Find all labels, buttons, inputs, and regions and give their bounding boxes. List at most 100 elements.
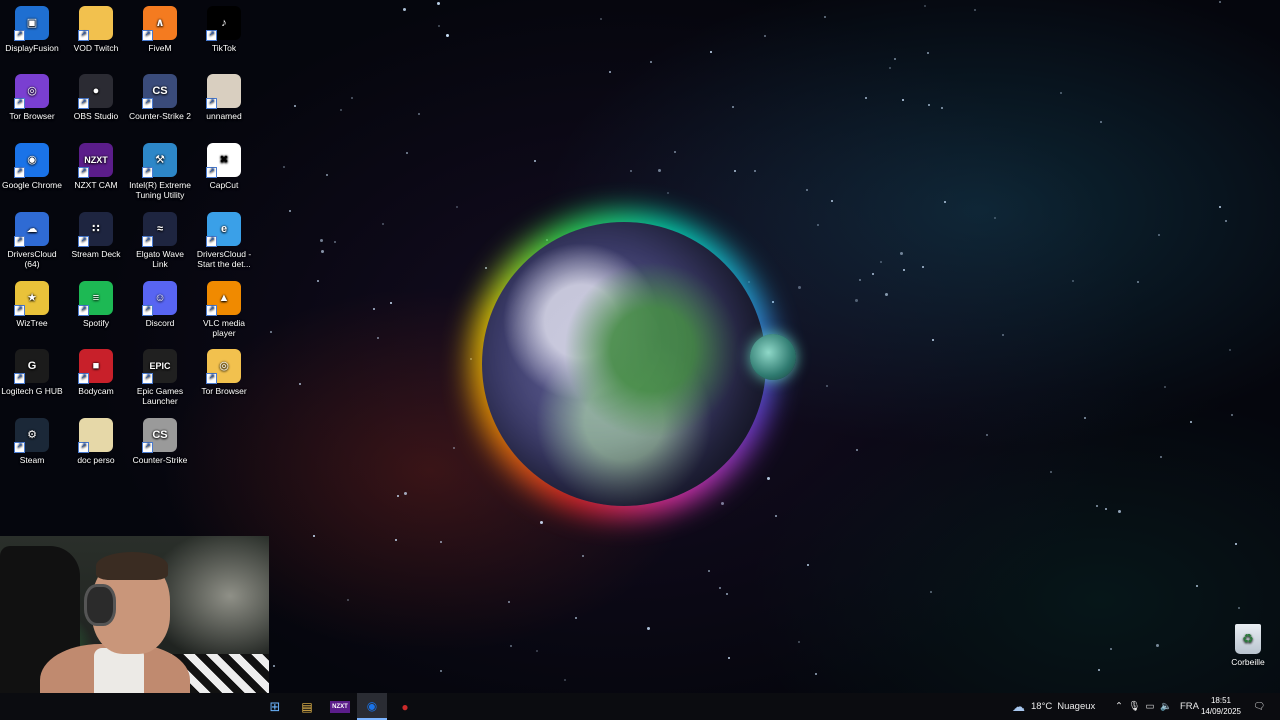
counter-strike-icon: CS ↗ [142, 418, 177, 453]
taskbar-google-chrome[interactable]: ◉ [357, 693, 387, 720]
desktop-icon-label: WizTree [16, 318, 48, 328]
taskbar-clock[interactable]: 18:51 14/09/2025 [1196, 695, 1246, 717]
desktop-icon-discord[interactable]: ☺ ↗ Discord [128, 281, 192, 328]
star [270, 331, 272, 333]
steam-icon: ⚙ ↗ [14, 418, 49, 453]
desktop-icon-spotify[interactable]: ≡ ↗ Spotify [64, 281, 128, 328]
star [764, 35, 766, 37]
desktop-icon-epic-games[interactable]: EPIC ↗ Epic Games Launcher [128, 349, 192, 406]
desktop-icon-capcut[interactable]: ✖ ↗ CapCut [192, 143, 256, 190]
star [404, 492, 407, 495]
tiktok-icon: ♪ ↗ [206, 6, 241, 41]
taskbar-recorder[interactable]: ● [390, 693, 420, 720]
star [453, 447, 455, 449]
vlc-icon: ▲ ↗ [206, 281, 241, 316]
star [1137, 281, 1139, 283]
star [334, 241, 336, 243]
star [1098, 669, 1100, 671]
star [440, 670, 442, 672]
star [1219, 206, 1221, 208]
star [1118, 510, 1121, 513]
displayfusion-icon: ▣ ↗ [14, 6, 49, 41]
desktop-icon-counter-strike-2[interactable]: CS ↗ Counter-Strike 2 [128, 74, 192, 121]
weather-cloud-icon: ☁ [1012, 698, 1025, 714]
taskbar-file-explorer[interactable]: ▤ [292, 693, 322, 720]
desktop-icon-tiktok[interactable]: ♪ ↗ TikTok [192, 6, 256, 53]
star [1156, 644, 1159, 647]
star [1158, 234, 1160, 236]
desktop-icon-tor-browser-file[interactable]: ◎ ↗ Tor Browser [192, 349, 256, 396]
desktop-icon-driverscloud[interactable]: ☁ ↗ DriversCloud (64) [0, 212, 64, 269]
desktop-icon-vlc[interactable]: ▲ ↗ VLC media player [192, 281, 256, 338]
desktop-icon-logitech-g-hub[interactable]: G ↗ Logitech G HUB [0, 349, 64, 396]
star [667, 192, 669, 194]
speaker-icon[interactable]: 🔈 [1158, 701, 1174, 712]
star [944, 201, 946, 203]
star [534, 160, 536, 162]
star [536, 650, 538, 652]
desktop-icon-folder[interactable]: ↗ VOD Twitch [64, 6, 128, 53]
star [1060, 92, 1062, 94]
planet-earth [482, 222, 766, 506]
star [1196, 585, 1198, 587]
desktop-icon-label: DisplayFusion [5, 43, 59, 53]
notification-center-button[interactable]: 🗨 [1250, 693, 1268, 720]
document-folder-icon: ↗ [78, 418, 113, 453]
intel-xtu-icon: ⚒ ↗ [142, 143, 177, 178]
network-icon[interactable]: ▭ [1142, 701, 1158, 712]
logitech-g-hub-icon: G ↗ [14, 349, 49, 384]
spotify-icon: ≡ ↗ [78, 281, 113, 316]
star [317, 280, 319, 282]
desktop-icon-steam[interactable]: ⚙ ↗ Steam [0, 418, 64, 465]
star [726, 593, 728, 595]
star [373, 308, 375, 310]
star [719, 587, 721, 589]
epic-games-icon: EPIC ↗ [142, 349, 177, 384]
desktop-icon-fivem[interactable]: ∧ ↗ FiveM [128, 6, 192, 53]
desktop-icon-chrome[interactable]: ◉ ↗ Google Chrome [0, 143, 64, 190]
desktop-icon-stream-deck[interactable]: ∷ ↗ Stream Deck [64, 212, 128, 259]
desktop-icon-wiztree[interactable]: ★ ↗ WizTree [0, 281, 64, 328]
star [1050, 471, 1052, 473]
star [754, 170, 756, 172]
star [582, 555, 584, 557]
star [647, 627, 650, 630]
star [674, 151, 676, 153]
file-explorer-icon: ▤ [301, 699, 313, 714]
star [932, 339, 934, 341]
taskbar-nzxt-cam[interactable]: NZXT [325, 693, 355, 720]
desktop-icon-bodycam[interactable]: ■ ↗ Bodycam [64, 349, 128, 396]
star [865, 97, 867, 99]
microphone-icon[interactable]: 🎙 [1126, 701, 1142, 712]
desktop-icon-counter-strike[interactable]: CS ↗ Counter-Strike [128, 418, 192, 465]
desktop-icon-label: Stream Deck [71, 249, 121, 259]
star [994, 217, 996, 219]
webcam-headset [84, 584, 116, 626]
star [609, 71, 611, 73]
star [326, 174, 328, 176]
star [273, 665, 275, 667]
desktop-icon-image-file[interactable]: ↗ unnamed [192, 74, 256, 121]
desktop-icon-document-folder[interactable]: ↗ doc perso [64, 418, 128, 465]
star [974, 9, 976, 11]
chevron-up-icon[interactable]: ⌃ [1112, 701, 1126, 712]
desktop-icon-label: Tor Browser [9, 111, 55, 121]
star [872, 273, 874, 275]
desktop-icon-nzxt-cam[interactable]: NZXT ↗ NZXT CAM [64, 143, 128, 190]
desktop-icon-label: VLC media player [202, 318, 246, 338]
desktop-icon-intel-xtu[interactable]: ⚒ ↗ Intel(R) Extreme Tuning Utility [128, 143, 192, 200]
weather-widget[interactable]: ☁ 18°C Nuageux [1012, 693, 1095, 720]
desktop-icon-label: Discord [145, 318, 175, 328]
star [721, 502, 724, 505]
desktop-icon-elgato-wave-link[interactable]: ≈ ↗ Elgato Wave Link [128, 212, 192, 269]
recycle-bin[interactable]: ♻ Corbeille [1224, 624, 1272, 667]
desktop-icon-tor-browser[interactable]: ◎ ↗ Tor Browser [0, 74, 64, 121]
desktop-icon-displayfusion[interactable]: ▣ ↗ DisplayFusion [0, 6, 64, 53]
start-button[interactable]: ⊞ [260, 693, 290, 720]
shortcut-arrow-icon: ↗ [78, 305, 89, 316]
desktop-icon-label: Google Chrome [1, 180, 62, 190]
shortcut-arrow-icon: ↗ [14, 236, 25, 247]
desktop-icon-obs-studio[interactable]: ● ↗ OBS Studio [64, 74, 128, 121]
desktop-icon-driverscloud-web[interactable]: e ↗ DriversCloud - Start the det... [192, 212, 256, 269]
obs-studio-icon: ● ↗ [78, 74, 113, 109]
